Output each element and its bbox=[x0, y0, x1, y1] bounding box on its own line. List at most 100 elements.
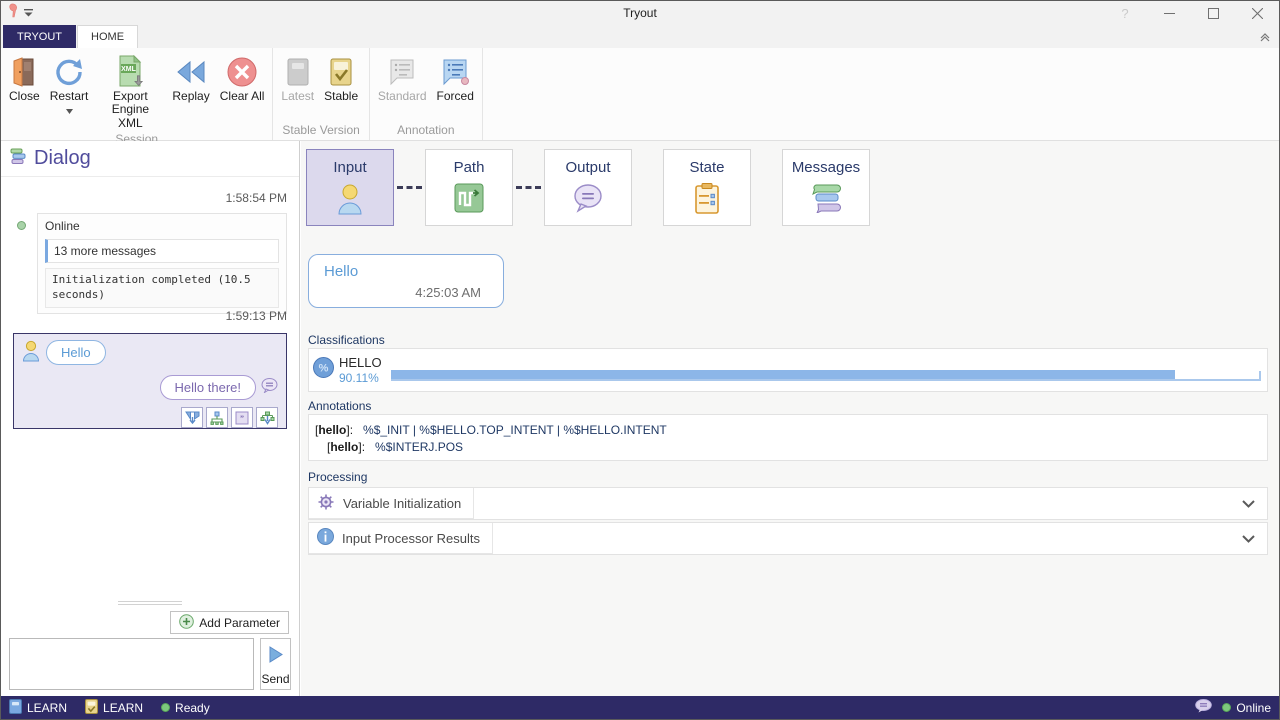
statusbar-item-learn-latest[interactable]: LEARN bbox=[9, 699, 67, 717]
classifications-box: % HELLO 90.11% bbox=[308, 348, 1268, 392]
input-view-panel: Input Path Output State bbox=[301, 141, 1279, 696]
path-icon bbox=[454, 183, 484, 218]
flow-connector bbox=[397, 186, 422, 189]
restart-icon bbox=[53, 54, 85, 90]
processing-header: Processing bbox=[308, 470, 367, 484]
tab-input[interactable]: Input bbox=[306, 149, 394, 226]
ribbon-tab-row: TRYOUT HOME bbox=[1, 25, 1279, 48]
tab-path[interactable]: Path bbox=[425, 149, 513, 226]
xml-file-icon: XML bbox=[115, 54, 145, 90]
view-quotes-button[interactable]: ” bbox=[231, 407, 253, 428]
minimize-button[interactable] bbox=[1147, 1, 1191, 25]
close-session-button[interactable]: Close bbox=[4, 51, 45, 104]
speech-bubble-icon bbox=[261, 378, 278, 398]
tryout-window: Tryout ? TRYOUT HOME bbox=[0, 0, 1280, 720]
latest-button: Latest bbox=[276, 51, 319, 104]
group-label-stable-version: Stable Version bbox=[276, 122, 365, 140]
tab-tryout[interactable]: TRYOUT bbox=[3, 25, 76, 48]
annotation-row: [hello]:%$_INIT | %$HELLO.TOP_INTENT | %… bbox=[315, 422, 1261, 439]
forced-button[interactable]: Forced bbox=[432, 51, 479, 104]
tab-output[interactable]: Output bbox=[544, 149, 632, 226]
classifications-header: Classifications bbox=[308, 333, 385, 347]
annotations-box: [hello]:%$_INIT | %$HELLO.TOP_INTENT | %… bbox=[308, 414, 1268, 461]
tab-state[interactable]: State bbox=[663, 149, 751, 226]
chevron-down-icon[interactable] bbox=[1242, 530, 1255, 548]
ribbon-group-stable-version: Latest Stable Stable Version bbox=[273, 48, 369, 140]
chat-input[interactable] bbox=[9, 638, 254, 690]
processing-row-label: Variable Initialization bbox=[343, 496, 461, 511]
statusbar: LEARN LEARN Ready Online bbox=[1, 696, 1279, 719]
gray-book-icon bbox=[285, 54, 311, 90]
ribbon-group-session: Close Restart XML Export Engine XML bbox=[1, 48, 273, 140]
close-window-button[interactable] bbox=[1235, 1, 1279, 25]
conversation-turn[interactable]: Hello Hello there! ” bbox=[13, 333, 287, 429]
expand-hierarchy-button[interactable] bbox=[256, 407, 278, 428]
tab-messages[interactable]: Messages bbox=[782, 149, 870, 226]
classification-row[interactable]: % HELLO 90.11% bbox=[309, 349, 1267, 391]
info-icon bbox=[317, 528, 334, 548]
gear-icon bbox=[317, 493, 335, 514]
export-engine-xml-button[interactable]: XML Export Engine XML bbox=[93, 51, 167, 131]
quick-access-dropdown-icon[interactable] bbox=[24, 4, 33, 22]
timestamp: 1:59:13 PM bbox=[226, 309, 287, 323]
yellow-book-check-icon bbox=[328, 54, 354, 90]
yellow-book-check-icon bbox=[85, 699, 98, 717]
send-icon bbox=[267, 646, 284, 666]
send-button[interactable]: Send bbox=[260, 638, 291, 690]
bot-message-bubble[interactable]: Hello there! bbox=[160, 375, 256, 400]
titlebar: Tryout ? bbox=[1, 1, 1279, 25]
online-status-dot bbox=[17, 221, 26, 230]
classification-icon: % bbox=[313, 357, 334, 383]
processing-row-label: Input Processor Results bbox=[342, 531, 480, 546]
user-icon bbox=[335, 183, 365, 220]
window-title: Tryout bbox=[1, 6, 1279, 20]
svg-text:%: % bbox=[319, 363, 329, 375]
clear-all-button[interactable]: Clear All bbox=[215, 51, 270, 104]
green-dot bbox=[161, 703, 170, 712]
input-message-card[interactable]: Hello 4:25:03 AM bbox=[308, 254, 504, 308]
add-parameter-button[interactable]: Add Parameter bbox=[170, 611, 289, 634]
chat-bubble-icon[interactable] bbox=[1195, 699, 1212, 716]
ribbon-group-annotation: Standard Forced Annotation bbox=[370, 48, 483, 140]
messages-stack-icon bbox=[809, 183, 843, 218]
processing-row-input-processor-results[interactable]: Input Processor Results bbox=[308, 522, 1268, 555]
restart-button[interactable]: Restart bbox=[45, 51, 94, 119]
gray-annotation-bubble-icon bbox=[387, 54, 417, 90]
replay-button[interactable]: Replay bbox=[167, 51, 214, 104]
user-icon bbox=[22, 340, 40, 367]
tab-home[interactable]: HOME bbox=[77, 25, 138, 48]
classification-name: HELLO bbox=[339, 355, 391, 372]
green-dot bbox=[1222, 703, 1231, 712]
more-messages-item[interactable]: 13 more messages bbox=[45, 239, 279, 263]
online-label: Online bbox=[45, 219, 279, 233]
statusbar-item-learn-stable[interactable]: LEARN bbox=[85, 699, 143, 717]
processing-row-variable-initialization[interactable]: Variable Initialization bbox=[308, 487, 1268, 520]
state-clipboard-icon bbox=[694, 183, 720, 219]
show-output-flow-button[interactable] bbox=[181, 407, 203, 428]
dialog-panel: Dialog 1:58:54 PM Online 13 more message… bbox=[1, 141, 300, 696]
dialog-messages-icon bbox=[9, 148, 26, 170]
flow-connector bbox=[516, 186, 541, 189]
input-message-time: 4:25:03 AM bbox=[415, 285, 481, 300]
standard-button: Standard bbox=[373, 51, 432, 104]
maximize-button[interactable] bbox=[1191, 1, 1235, 25]
system-message-group: Online 13 more messages Initialization c… bbox=[37, 213, 287, 314]
stable-button[interactable]: Stable bbox=[319, 51, 363, 104]
init-message-item[interactable]: Initialization completed (10.5 seconds) bbox=[45, 268, 279, 308]
open-flow-tree-button[interactable] bbox=[206, 407, 228, 428]
rewind-icon bbox=[177, 54, 205, 90]
help-button[interactable]: ? bbox=[1103, 6, 1147, 21]
output-bubble-icon bbox=[572, 183, 604, 218]
ribbon: Close Restart XML Export Engine XML bbox=[1, 48, 1279, 141]
user-message-bubble[interactable]: Hello bbox=[46, 340, 106, 365]
collapse-ribbon-icon[interactable] bbox=[1259, 30, 1271, 48]
panel-splitter-grip[interactable] bbox=[118, 601, 182, 606]
door-icon bbox=[9, 54, 39, 90]
statusbar-item-ready: Ready bbox=[161, 701, 210, 715]
confidence-bar-fill bbox=[391, 370, 1175, 381]
confidence-bar-track bbox=[391, 369, 1261, 381]
classification-confidence: 90.11% bbox=[339, 371, 391, 385]
chevron-down-icon[interactable] bbox=[1242, 495, 1255, 513]
restart-dropdown-icon[interactable] bbox=[66, 104, 73, 117]
svg-text:XML: XML bbox=[121, 66, 137, 73]
